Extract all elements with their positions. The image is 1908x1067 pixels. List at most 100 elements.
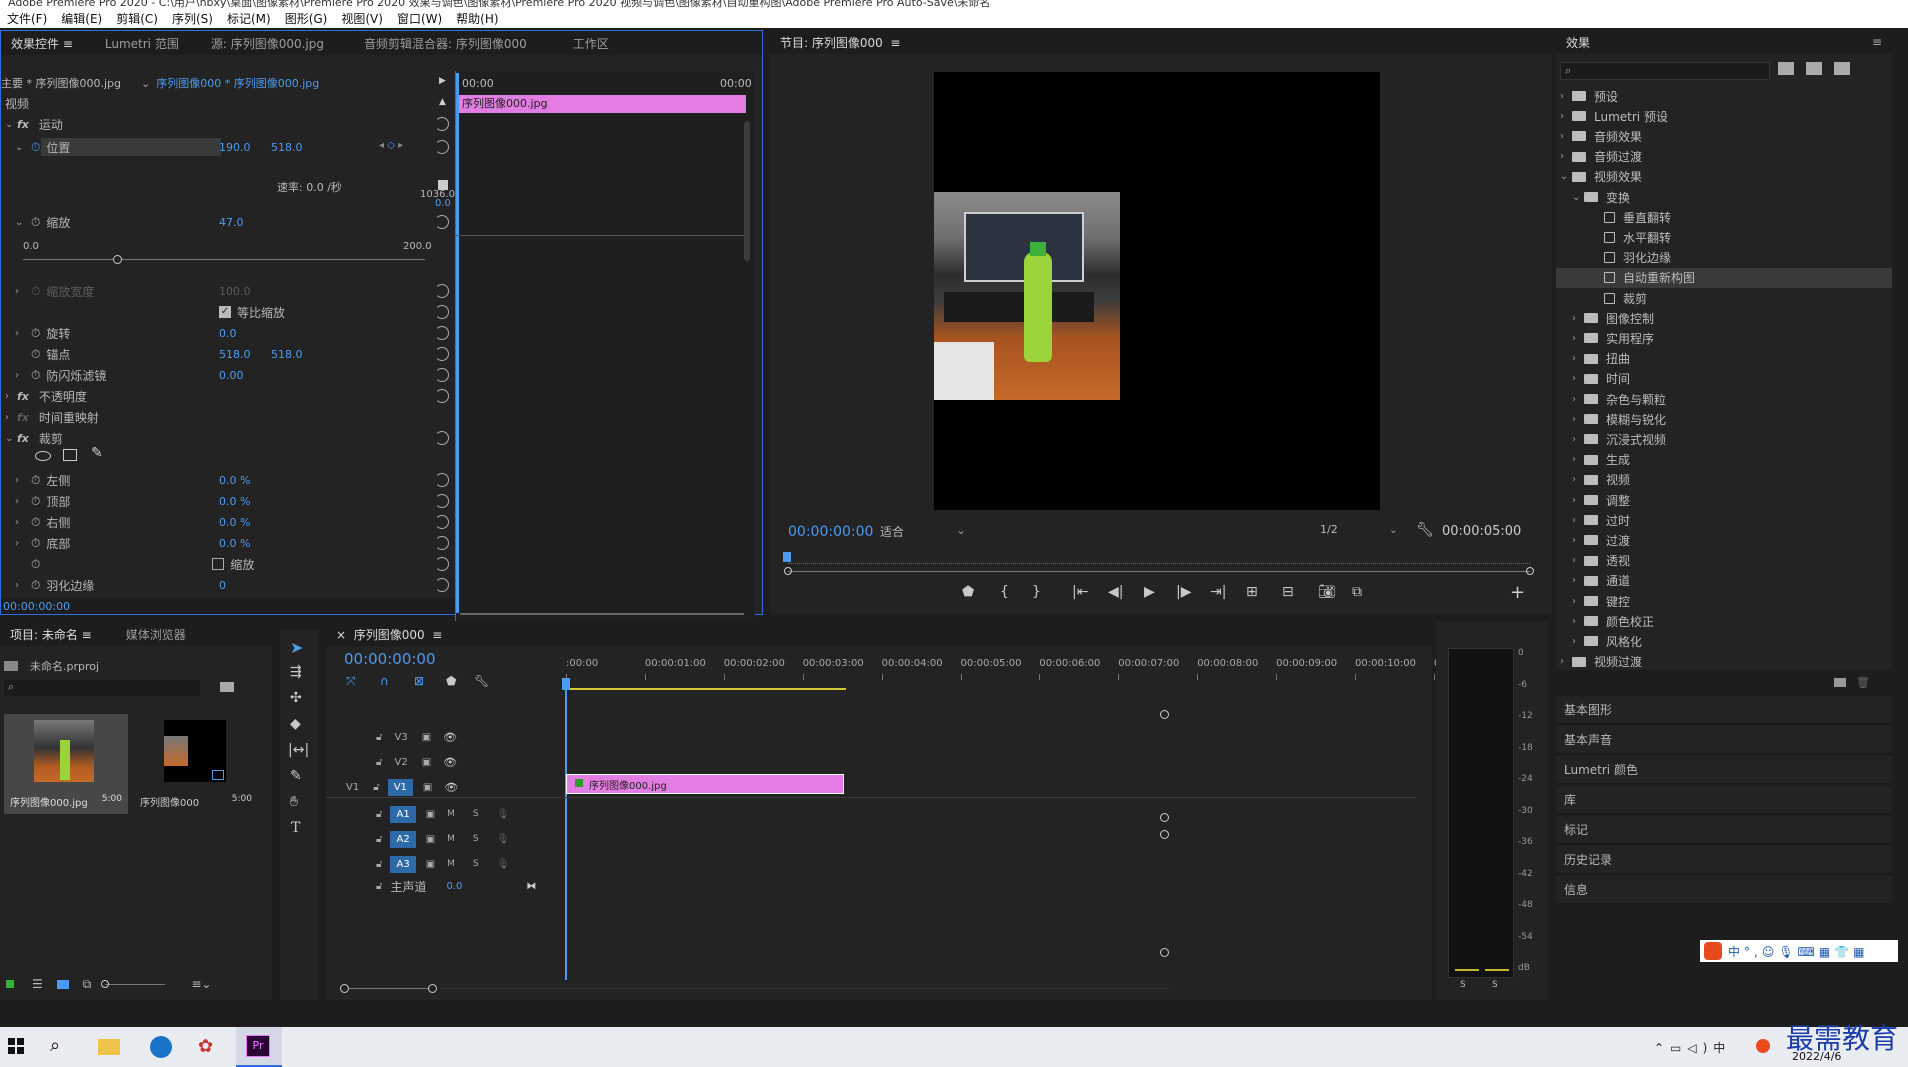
property-crop-left[interactable]: › ⏱ 左侧 xyxy=(15,470,70,490)
effect-folder[interactable]: ⌄ 视频效果 xyxy=(1556,167,1892,187)
solo-button[interactable]: S xyxy=(473,809,479,819)
chevron-right-icon[interactable]: › xyxy=(1572,313,1584,324)
crop-left-value[interactable]: 0.0 % xyxy=(219,474,250,487)
effect-item[interactable]: 裁剪 xyxy=(1556,288,1892,308)
timeline-clip-v1[interactable]: 序列图像000.jpg xyxy=(566,774,844,794)
toggle-output-eye-icon[interactable]: 👁︎ xyxy=(443,731,457,744)
work-area-bar[interactable] xyxy=(566,688,846,690)
effect-folder[interactable]: › 预设 xyxy=(1556,86,1892,106)
effect-folder[interactable]: › 杂色与颗粒 xyxy=(1556,389,1892,409)
property-anchor[interactable]: ⏱ 锚点 xyxy=(15,344,70,364)
program-playhead[interactable] xyxy=(783,552,791,562)
track-name[interactable]: A3 xyxy=(390,855,416,873)
chevron-down-icon[interactable]: ⌄ xyxy=(1572,192,1584,203)
scale-slider-thumb[interactable] xyxy=(113,255,122,264)
step-back-icon[interactable]: ◀| xyxy=(1108,584,1123,600)
effect-folder[interactable]: › Lumetri 预设 xyxy=(1556,106,1892,126)
lock-icon[interactable] xyxy=(6,980,14,988)
effect-folder[interactable]: › 音频过渡 xyxy=(1556,147,1892,167)
play-only-arrow-icon[interactable]: ▶ xyxy=(439,76,446,86)
chevron-right-icon[interactable]: › xyxy=(1572,555,1584,566)
menu-item[interactable]: 编辑(E) xyxy=(54,10,109,27)
collapsed-panel-header[interactable]: 基本声音 xyxy=(1556,726,1892,754)
scroll-up-icon[interactable]: ▲ xyxy=(439,97,446,107)
selection-tool-icon[interactable]: ➤ xyxy=(290,638,303,657)
zoom-slider[interactable] xyxy=(101,979,166,988)
chevron-right-icon[interactable]: › xyxy=(1572,353,1584,364)
lock-track-icon[interactable]: 🔓︎ xyxy=(376,732,382,743)
property-position[interactable]: ⌄ ⏱ 位置 xyxy=(15,137,70,157)
nest-icon[interactable]: ⤧ xyxy=(346,674,356,689)
menu-item[interactable]: 序列(S) xyxy=(165,10,220,27)
track-name[interactable]: V3 xyxy=(394,732,407,743)
reset-position-icon[interactable] xyxy=(435,140,449,154)
effect-folder[interactable]: › 透视 xyxy=(1556,551,1892,571)
file-explorer-icon[interactable] xyxy=(98,1039,120,1055)
effects-search-input[interactable]: ⌕ xyxy=(1560,62,1770,80)
voiceover-mic-icon[interactable]: 🎙︎ xyxy=(497,859,510,870)
toggle-output-eye-icon[interactable]: 👁︎ xyxy=(443,756,457,769)
tab-project[interactable]: 项目: 未命名 ≡ xyxy=(0,626,102,643)
chevron-right-icon[interactable]: › xyxy=(1560,131,1572,142)
menu-item[interactable]: 标记(M) xyxy=(220,10,278,27)
effect-folder[interactable]: › 视频过渡 xyxy=(1556,652,1892,672)
new-bin-icon[interactable] xyxy=(1834,678,1846,687)
effect-folder[interactable]: ⌄ 变换 xyxy=(1556,187,1892,207)
fx-opacity[interactable]: › fx 不透明度 xyxy=(5,386,87,406)
property-antiflicker[interactable]: › ⏱ 防闪烁滤镜 xyxy=(15,365,106,385)
effect-folder[interactable]: › 颜色校正 xyxy=(1556,611,1892,631)
reset-crop-right-icon[interactable] xyxy=(435,515,449,529)
lock-track-icon[interactable]: 🔓︎ xyxy=(376,881,382,892)
feather-value[interactable]: 0 xyxy=(219,579,226,592)
playhead-handle[interactable] xyxy=(562,678,570,690)
timeline-ruler[interactable]: :00:00 00:00:01:00 00:00:02:00 00:00:03:00 0… xyxy=(566,658,1440,688)
reset-antiflicker-icon[interactable] xyxy=(435,368,449,382)
reset-crop-left-icon[interactable] xyxy=(435,473,449,487)
antiflicker-value[interactable]: 0.00 xyxy=(219,369,244,382)
program-ruler[interactable] xyxy=(788,554,1530,564)
ellipse-mask-icon[interactable] xyxy=(35,451,51,461)
timeline-settings-icon[interactable]: 🔧︎ xyxy=(474,674,489,688)
type-tool-icon[interactable]: T xyxy=(291,820,300,836)
reset-crop-top-icon[interactable] xyxy=(435,494,449,508)
lock-track-icon[interactable]: 🔓︎ xyxy=(376,809,382,820)
reset-crop-bottom-icon[interactable] xyxy=(435,536,449,550)
extract-icon[interactable]: ⊟ xyxy=(1282,584,1294,600)
chevron-right-icon[interactable]: › xyxy=(1572,596,1584,607)
crop-bottom-value[interactable]: 0.0 % xyxy=(219,537,250,550)
reset-opacity-icon[interactable] xyxy=(435,389,449,403)
sync-lock-icon[interactable]: ▣ xyxy=(422,757,431,768)
premiere-taskbar-icon[interactable]: Pr xyxy=(236,1027,282,1067)
scale-value[interactable]: 47.0 xyxy=(219,216,244,229)
chevron-right-icon[interactable]: › xyxy=(1572,575,1584,586)
effect-folder[interactable]: › 风格化 xyxy=(1556,631,1892,651)
button-editor-plus-icon[interactable]: + xyxy=(1510,582,1525,603)
sort-icon[interactable]: ≡⌄ xyxy=(191,977,211,991)
reset-motion-icon[interactable] xyxy=(435,117,449,131)
chevron-right-icon[interactable]: › xyxy=(1560,151,1572,162)
chevron-right-icon[interactable]: › xyxy=(1572,474,1584,485)
effect-folder[interactable]: › 过渡 xyxy=(1556,530,1892,550)
tab-workspace[interactable]: 工作区 xyxy=(563,35,619,52)
kf-zoom-bar[interactable] xyxy=(460,613,744,615)
chevron-right-icon[interactable]: › xyxy=(1572,535,1584,546)
timeline-v-scroll[interactable] xyxy=(1160,710,1170,960)
uniform-scale-checkbox[interactable]: ✓ 等比缩放 xyxy=(219,302,285,322)
track-name[interactable]: A2 xyxy=(390,830,416,848)
yuv-effects-icon[interactable] xyxy=(1834,62,1850,75)
menu-item[interactable]: 窗口(W) xyxy=(390,10,449,27)
collapsed-panel-header[interactable]: 信息 xyxy=(1556,876,1892,904)
rotation-value[interactable]: 0.0 xyxy=(219,327,237,340)
voiceover-mic-icon[interactable]: 🎙︎ xyxy=(497,809,510,820)
solo-left-button[interactable]: S xyxy=(1460,980,1466,990)
collapsed-panel-header[interactable]: 基本图形 xyxy=(1556,696,1892,724)
snap-icon[interactable]: ∩ xyxy=(380,674,389,688)
mark-in-icon[interactable]: { xyxy=(1000,584,1009,600)
chevron-right-icon[interactable]: › xyxy=(1572,495,1584,506)
lock-track-icon[interactable]: 🔓︎ xyxy=(376,757,382,768)
fx-crop[interactable]: ⌄ fx 裁剪 xyxy=(5,428,63,448)
reset-zoom-icon[interactable] xyxy=(435,557,449,571)
add-marker-timeline-icon[interactable]: ⬟ xyxy=(446,674,456,688)
effect-folder[interactable]: › 模糊与锐化 xyxy=(1556,409,1892,429)
list-view-icon[interactable]: ☰ xyxy=(32,977,43,991)
